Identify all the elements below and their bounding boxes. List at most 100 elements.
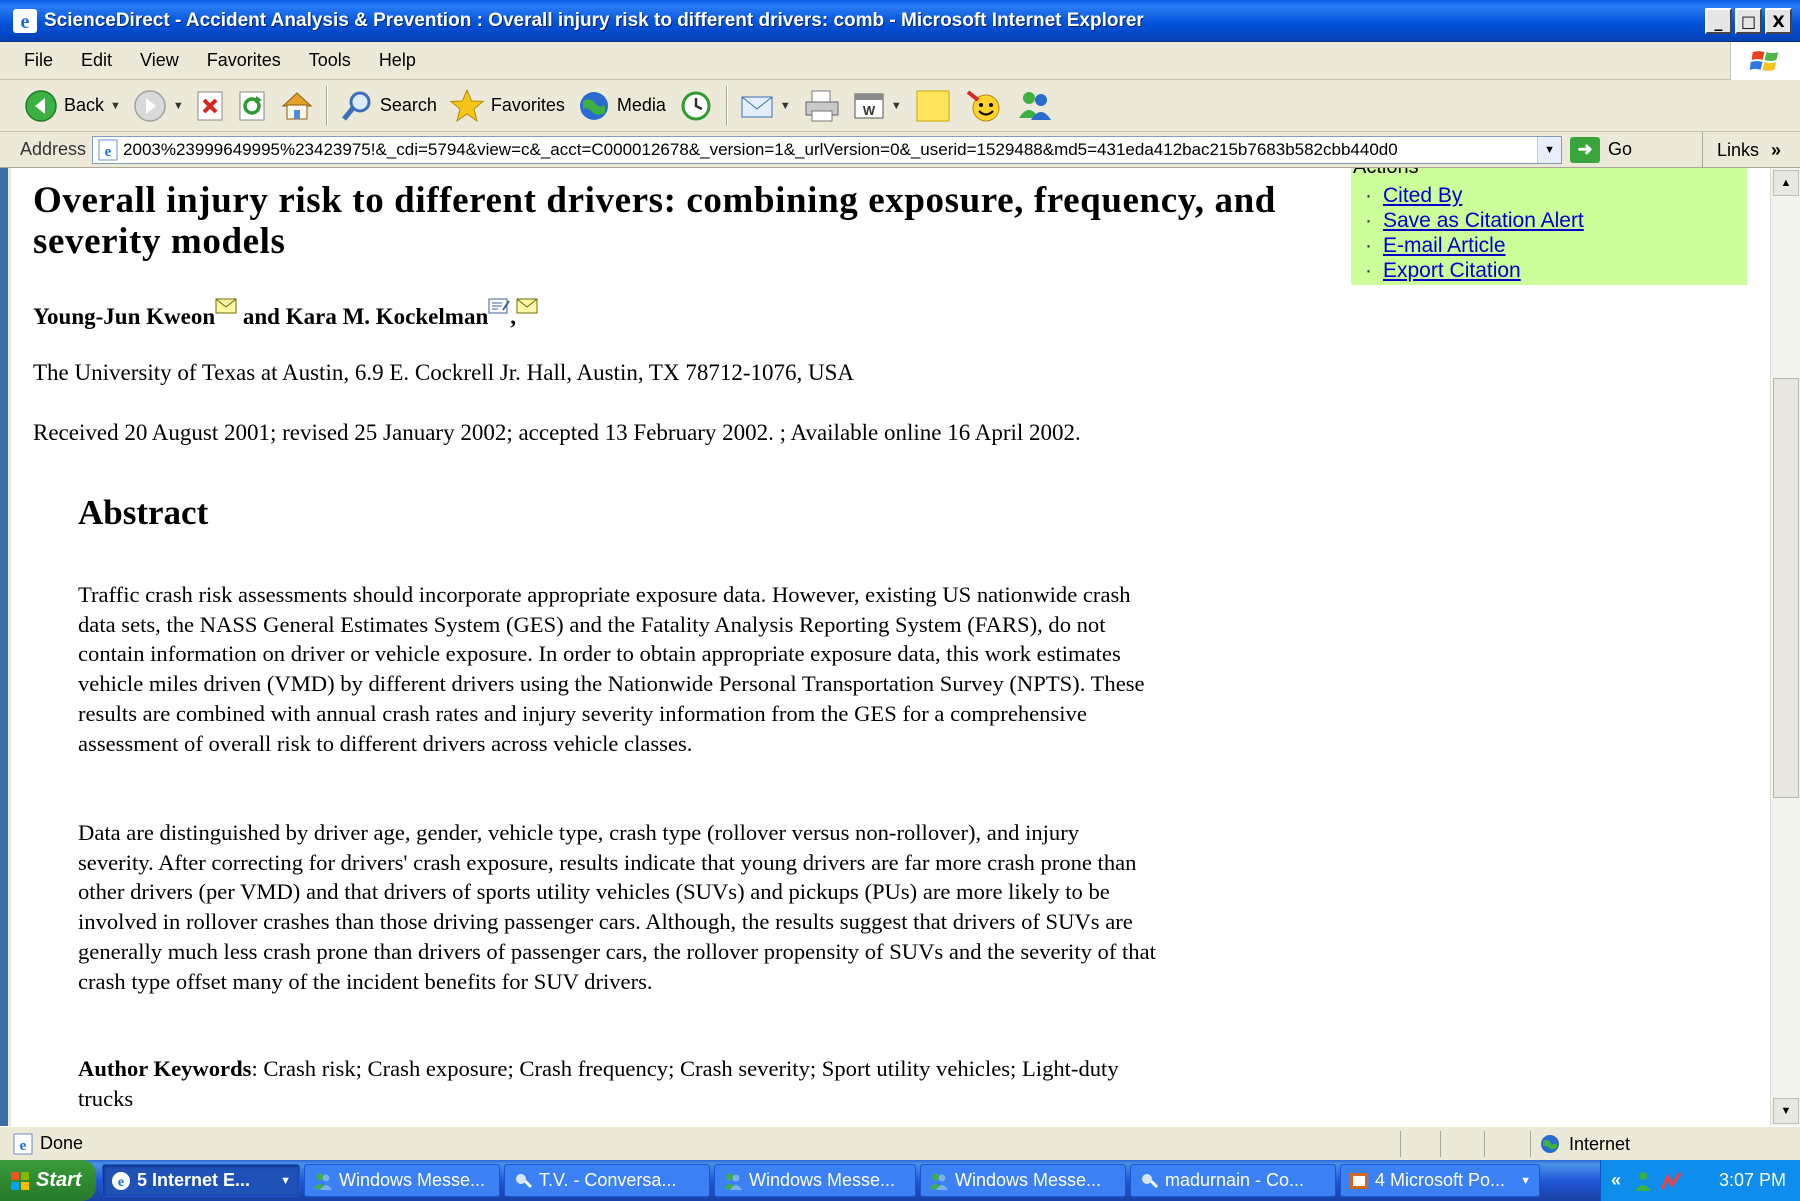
task-group-dropdown-icon[interactable]: ▼ — [1520, 1175, 1531, 1187]
email-envelope-icon[interactable] — [516, 298, 538, 314]
task-group-dropdown-icon[interactable]: ▼ — [280, 1175, 291, 1187]
messenger-buddies-icon — [314, 1173, 332, 1190]
address-label: Address — [20, 139, 87, 159]
taskbar-item-conversation[interactable]: T.V. - Conversa... — [504, 1164, 710, 1197]
system-tray: « 3:07 PM — [1600, 1160, 1800, 1201]
scroll-up-icon[interactable]: ▲ — [1773, 170, 1799, 196]
taskbar-item-windows-messenger[interactable]: Windows Messe... — [304, 1164, 500, 1197]
page-ie-icon: e — [98, 139, 118, 160]
favorites-button[interactable]: Favorites — [443, 84, 571, 128]
search-button[interactable]: Search — [334, 84, 443, 128]
close-button[interactable]: X — [1765, 8, 1792, 34]
svg-text:W: W — [863, 103, 876, 118]
conversation-icon — [516, 1173, 533, 1188]
vertical-scrollbar[interactable]: ▲ ▼ — [1770, 168, 1800, 1126]
refresh-button[interactable] — [232, 84, 274, 128]
forward-button[interactable]: ▼ — [127, 84, 190, 128]
mail-button[interactable]: ▼ — [734, 84, 797, 128]
task-label: 4 Microsoft Po... — [1375, 1170, 1506, 1190]
affiliation: The University of Texas at Austin, 6.9 E… — [33, 360, 855, 385]
taskbar-item-powerpoint[interactable]: 4 Microsoft Po... ▼ — [1340, 1164, 1540, 1197]
toolbar: Back ▼ ▼ Search Favorites Media ▼ W ▼ — [0, 80, 1800, 132]
save-citation-alert-link[interactable]: Save as Citation Alert — [1383, 209, 1584, 232]
minimize-button[interactable]: _ — [1705, 8, 1732, 34]
go-arrow-icon: ➜ — [1570, 136, 1601, 163]
menu-tools[interactable]: Tools — [295, 50, 365, 71]
media-label: Media — [616, 95, 666, 115]
title-bar[interactable]: e ScienceDirect - Accident Analysis & Pr… — [0, 0, 1800, 42]
clock[interactable]: 3:07 PM — [1719, 1170, 1786, 1191]
mail-icon — [741, 96, 773, 117]
discuss-button[interactable] — [908, 84, 958, 128]
address-input[interactable]: e 2003%23999649995%23423975!&_cdi=5794&v… — [92, 135, 1563, 164]
links-toolbar[interactable]: Links » — [1702, 132, 1800, 168]
actions-panel: Actions · Cited By · Save as Citation Aler… — [1351, 168, 1747, 285]
menu-view[interactable]: View — [126, 50, 193, 71]
menu-favorites[interactable]: Favorites — [193, 50, 295, 71]
menu-edit[interactable]: Edit — [67, 50, 126, 71]
messenger-buddies-icon — [930, 1173, 948, 1190]
security-zone: Internet — [1530, 1131, 1630, 1157]
taskbar-item-internet-explorer[interactable]: e 5 Internet E... ▼ — [102, 1164, 300, 1197]
tray-expand-icon[interactable]: « — [1611, 1170, 1621, 1191]
printer-icon — [805, 90, 839, 121]
search-label: Search — [379, 95, 437, 115]
svg-text:e: e — [118, 1175, 124, 1190]
network-activity-icon[interactable] — [1659, 1169, 1683, 1193]
print-button[interactable] — [797, 84, 847, 128]
toolbar-separator — [725, 85, 728, 126]
menu-file[interactable]: File — [0, 50, 67, 71]
abstract-paragraph: Traffic crash risk assessments should in… — [78, 582, 1145, 756]
maximize-button[interactable]: □ — [1735, 8, 1762, 34]
export-citation-link[interactable]: Export Citation — [1383, 259, 1521, 282]
internet-globe-icon — [1541, 1135, 1559, 1153]
email-envelope-icon[interactable] — [215, 298, 237, 314]
author-separator: and — [237, 304, 286, 329]
email-article-link[interactable]: E-mail Article — [1383, 234, 1506, 257]
history-clock-icon — [681, 91, 711, 120]
svg-text:e: e — [105, 144, 112, 160]
links-chevron-icon[interactable]: » — [1771, 140, 1781, 161]
window-title: ScienceDirect - Accident Analysis & Prev… — [44, 9, 1144, 31]
address-bar: Address e 2003%23999649995%23423975!&_cd… — [0, 132, 1800, 168]
status-cell — [1400, 1131, 1440, 1157]
messenger-status-icon[interactable] — [1631, 1169, 1655, 1193]
taskbar-item-conversation[interactable]: madurnain - Co... — [1130, 1164, 1336, 1197]
author-name[interactable]: Young-Jun Kweon — [33, 304, 215, 329]
ie-logo-icon: e — [13, 8, 37, 33]
back-button[interactable]: Back ▼ — [18, 84, 127, 128]
edit-dropdown-icon[interactable]: ▼ — [891, 100, 902, 112]
cited-by-link[interactable]: Cited By — [1383, 184, 1462, 207]
taskbar-item-windows-messenger[interactable]: Windows Messe... — [714, 1164, 916, 1197]
scroll-thumb[interactable] — [1773, 378, 1799, 798]
menu-help[interactable]: Help — [365, 50, 430, 71]
bullet-icon: · — [1365, 184, 1372, 207]
author-name[interactable]: Kara M. Kockelman — [286, 304, 489, 329]
page-done-icon: e — [13, 1133, 33, 1154]
history-button[interactable] — [672, 84, 720, 128]
search-icon — [341, 91, 371, 121]
messenger-button[interactable] — [1010, 84, 1060, 128]
scroll-down-icon[interactable]: ▼ — [1773, 1098, 1799, 1124]
forward-dropdown-icon[interactable]: ▼ — [173, 100, 184, 112]
article-page: Overall injury risk to different drivers… — [11, 168, 1766, 1126]
stop-button[interactable] — [190, 84, 232, 128]
home-button[interactable] — [274, 84, 320, 128]
keywords-label: Author Keywords — [78, 1056, 252, 1081]
go-button[interactable]: ➜ Go — [1570, 136, 1633, 163]
edit-button[interactable]: W ▼ — [847, 84, 908, 128]
back-dropdown-icon[interactable]: ▼ — [110, 100, 121, 112]
windows-flag-icon — [11, 1171, 29, 1190]
start-button[interactable]: Start — [0, 1160, 96, 1201]
go-label: Go — [1608, 139, 1633, 159]
media-button[interactable]: Media — [571, 84, 672, 128]
conversation-icon — [1142, 1173, 1159, 1188]
messenger-smiley-button[interactable] — [958, 84, 1010, 128]
corresponding-author-icon[interactable] — [488, 298, 511, 314]
taskbar-item-windows-messenger[interactable]: Windows Messe... — [920, 1164, 1126, 1197]
task-label: 5 Internet E... — [137, 1170, 251, 1190]
mail-dropdown-icon[interactable]: ▼ — [780, 100, 791, 112]
status-cell — [1484, 1131, 1530, 1157]
favorites-label: Favorites — [490, 95, 565, 115]
address-dropdown-icon[interactable]: ▼ — [1537, 136, 1562, 163]
